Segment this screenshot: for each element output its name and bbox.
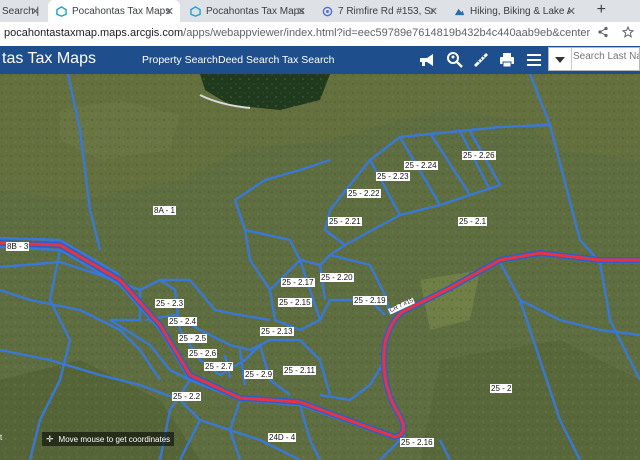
print-icon[interactable] bbox=[498, 51, 516, 69]
parcel-label[interactable]: 8A - 1 bbox=[153, 206, 176, 215]
close-icon[interactable]: ✕ bbox=[567, 5, 576, 18]
tab-label: 7 Rimfire Rd #153, Snows bbox=[338, 5, 434, 17]
browser-tab[interactable]: 7 Rimfire Rd #153, Snows ✕ bbox=[314, 0, 444, 22]
browser-tab[interactable]: Search | ✕ bbox=[0, 0, 46, 22]
tab-label: Hiking, Biking & Lake Acti bbox=[470, 5, 570, 17]
parcel-label[interactable]: 25 - 2.5 bbox=[178, 334, 208, 343]
parcel-label[interactable]: 25 - 2.15 bbox=[278, 298, 312, 307]
app-title: tas Tax Maps bbox=[2, 50, 96, 67]
new-tab-icon[interactable]: + bbox=[597, 1, 606, 19]
search-location-icon[interactable] bbox=[446, 51, 464, 69]
parcel-label[interactable]: 25 - 2.2 bbox=[172, 392, 202, 401]
close-icon[interactable]: ✕ bbox=[31, 5, 40, 18]
parcel-label[interactable]: 25 - 2.26 bbox=[462, 151, 496, 160]
parcel-label[interactable]: 25 - 2.7 bbox=[204, 362, 234, 371]
parcel-label[interactable]: 25 - 2.6 bbox=[188, 349, 218, 358]
bookmark-star-icon[interactable] bbox=[622, 26, 634, 38]
satellite-basemap[interactable] bbox=[0, 74, 640, 460]
parcel-label[interactable]: 24D - 4 bbox=[268, 433, 297, 442]
parcel-label[interactable]: 8B - 3 bbox=[6, 242, 30, 251]
parcel-label[interactable]: 25 - 2.22 bbox=[347, 189, 381, 198]
parcel-label[interactable]: 25 - 2.4 bbox=[168, 317, 198, 326]
coordinate-text: Move mouse to get coordinates bbox=[58, 434, 171, 444]
parcel-label[interactable]: 25 - 2.11 bbox=[283, 366, 316, 375]
search-input[interactable] bbox=[573, 51, 639, 62]
share-icon[interactable] bbox=[597, 26, 609, 38]
close-icon[interactable]: ✕ bbox=[429, 5, 438, 18]
search-layer-dropdown[interactable] bbox=[549, 48, 572, 70]
parcel-label[interactable]: 25 - 2.16 bbox=[400, 438, 434, 447]
parcel-label[interactable]: 25 - 2.3 bbox=[155, 299, 185, 308]
parcel-label[interactable]: 25 - 2.17 bbox=[281, 278, 315, 287]
browser-tab-active[interactable]: Pocahontas Tax Maps ✕ bbox=[48, 0, 180, 22]
parcel-label[interactable]: 25 - 2.21 bbox=[328, 217, 362, 226]
nav-tax-search[interactable]: Tax Search bbox=[282, 54, 335, 66]
coordinate-readout: ✛ Move mouse to get coordinates bbox=[42, 432, 175, 446]
nav-property-search[interactable]: Property Search bbox=[142, 54, 218, 66]
attribution-text: t bbox=[0, 433, 3, 442]
parcel-label[interactable]: 25 - 2.13 bbox=[260, 327, 294, 336]
parcel-label[interactable]: 25 - 2.20 bbox=[320, 273, 354, 282]
nav-deed-search[interactable]: Deed Search bbox=[218, 54, 279, 66]
crosshair-icon[interactable]: ✛ bbox=[46, 434, 54, 445]
map-view[interactable]: 8B - 3 8A - 1 25 - 2.26 25 - 2.24 25 - 2… bbox=[0, 74, 640, 460]
parcel-label[interactable]: 25 - 2.9 bbox=[244, 370, 274, 379]
arcgis-favicon-icon bbox=[56, 5, 67, 17]
url-host: pocahontastaxmap.maps.arcgis.com bbox=[4, 27, 184, 39]
arcgis-favicon-icon bbox=[190, 5, 201, 17]
app-header: tas Tax Maps Property Search Deed Search… bbox=[0, 46, 640, 74]
parcel-label[interactable]: 25 - 2.19 bbox=[353, 296, 387, 305]
browser-tab[interactable]: Pocahontas Tax Maps ✕ bbox=[182, 0, 312, 22]
url-path: /apps/webappviewer/index.html?id=eec5978… bbox=[183, 27, 590, 39]
tab-label: Pocahontas Tax Maps bbox=[206, 5, 305, 17]
parcel-label[interactable]: 25 - 2 bbox=[490, 384, 513, 393]
browser-tab[interactable]: Hiking, Biking & Lake Acti ✕ bbox=[446, 0, 582, 22]
tab-label: Pocahontas Tax Maps bbox=[72, 5, 171, 17]
search-box[interactable] bbox=[548, 47, 640, 71]
parcel-label[interactable]: 25 - 2.23 bbox=[376, 172, 410, 181]
parcel-label[interactable]: 25 - 2.24 bbox=[404, 161, 438, 170]
megaphone-icon[interactable] bbox=[418, 51, 436, 69]
map-pin-favicon-icon bbox=[322, 6, 333, 16]
url-text[interactable]: pocahontastaxmap.maps.arcgis.com/apps/we… bbox=[4, 27, 590, 39]
menu-icon[interactable] bbox=[525, 51, 543, 69]
browser-tab-strip: Search | ✕ Pocahontas Tax Maps ✕ Pocahon… bbox=[0, 0, 640, 22]
measure-icon[interactable] bbox=[472, 51, 490, 69]
close-icon[interactable]: ✕ bbox=[165, 5, 174, 18]
close-icon[interactable]: ✕ bbox=[297, 5, 306, 18]
mountain-favicon-icon bbox=[454, 8, 465, 15]
address-bar[interactable]: pocahontastaxmap.maps.arcgis.com/apps/we… bbox=[0, 22, 640, 47]
parcel-label[interactable]: 25 - 2.1 bbox=[458, 217, 488, 226]
